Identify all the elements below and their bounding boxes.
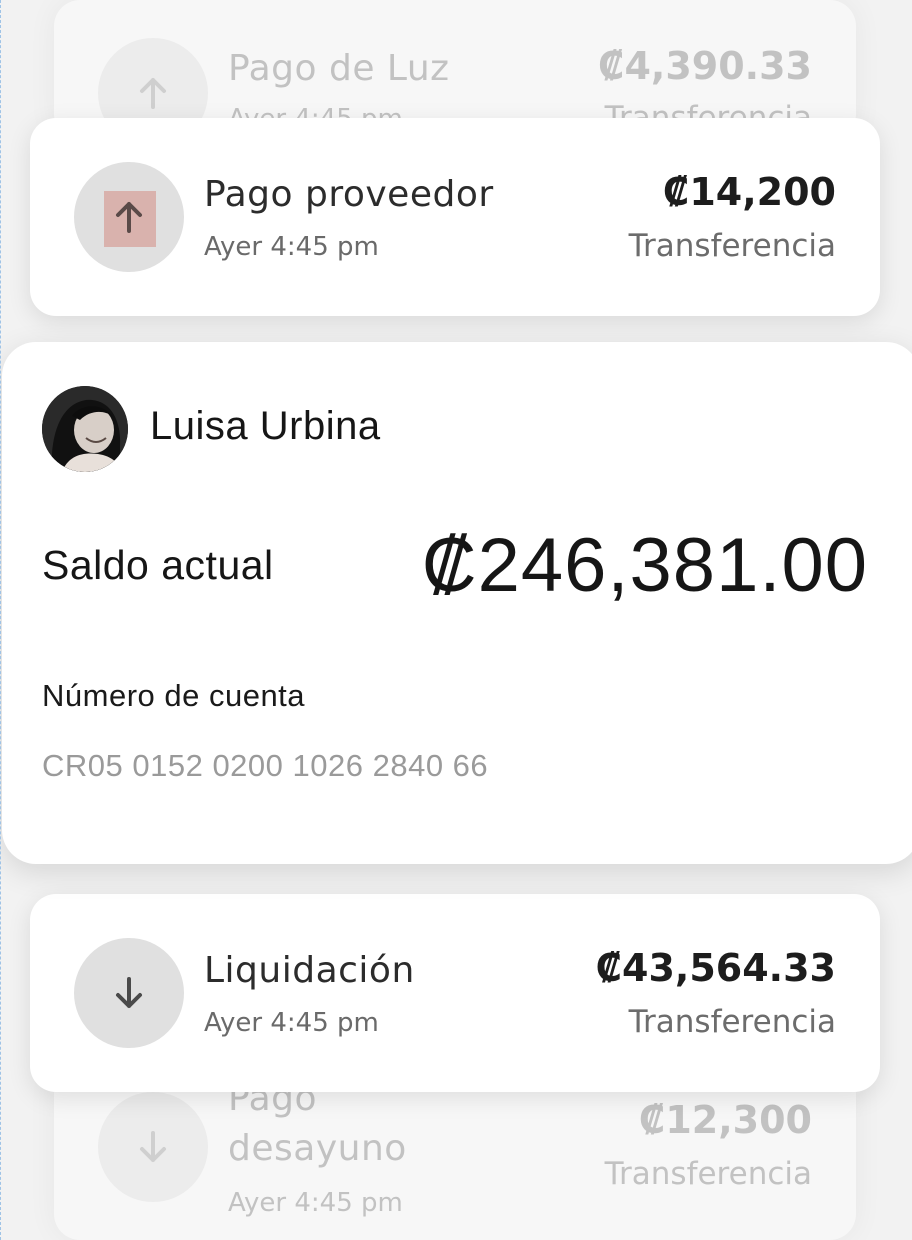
arrow-down-icon: [140, 1131, 166, 1162]
transaction-time: Ayer 4:45 pm: [204, 1008, 379, 1038]
transaction-type: Transferencia: [628, 228, 836, 264]
avatar-image: [42, 386, 128, 472]
transaction-card-pago-proveedor[interactable]: Pago proveedor Ayer 4:45 pm ₡14,200 Tran…: [30, 118, 880, 316]
transaction-type: Transferencia: [628, 1004, 836, 1040]
account-number-label: Número de cuenta: [42, 678, 306, 713]
transaction-name: Liquidación: [204, 950, 415, 991]
user-name: Luisa Urbina: [150, 404, 381, 448]
transaction-icon: [74, 938, 184, 1048]
transaction-card-liquidacion[interactable]: Liquidación Ayer 4:45 pm ₡43,564.33 Tran…: [30, 894, 880, 1092]
guide-line: [0, 0, 1, 1240]
transaction-amount: ₡4,390.33: [598, 44, 812, 88]
arrow-down-icon: [116, 977, 142, 1008]
balance-amount: ₡246,381.00: [421, 523, 868, 608]
transaction-amount: ₡14,200: [662, 170, 836, 214]
transaction-amount: ₡43,564.33: [595, 946, 836, 990]
transaction-time: Ayer 4:45 pm: [228, 1188, 403, 1218]
transaction-icon: [74, 162, 184, 272]
account-number[interactable]: CR05 0152 0200 1026 2840 66: [42, 748, 488, 784]
transaction-time: Ayer 4:45 pm: [204, 232, 379, 262]
arrow-up-icon: [140, 78, 166, 109]
transaction-icon: [98, 1092, 208, 1202]
avatar: [42, 386, 128, 472]
transaction-name: Pago proveedor: [204, 174, 494, 215]
transaction-name-line2: desayuno: [228, 1128, 407, 1169]
balance-label: Saldo actual: [42, 542, 274, 588]
arrow-up-icon: [116, 202, 142, 233]
transaction-amount: ₡12,300: [638, 1098, 812, 1142]
transaction-type: Transferencia: [604, 1156, 812, 1192]
transaction-name: Pago de Luz: [228, 48, 450, 89]
account-card[interactable]: Luisa Urbina Saldo actual ₡246,381.00 Nú…: [2, 342, 912, 864]
